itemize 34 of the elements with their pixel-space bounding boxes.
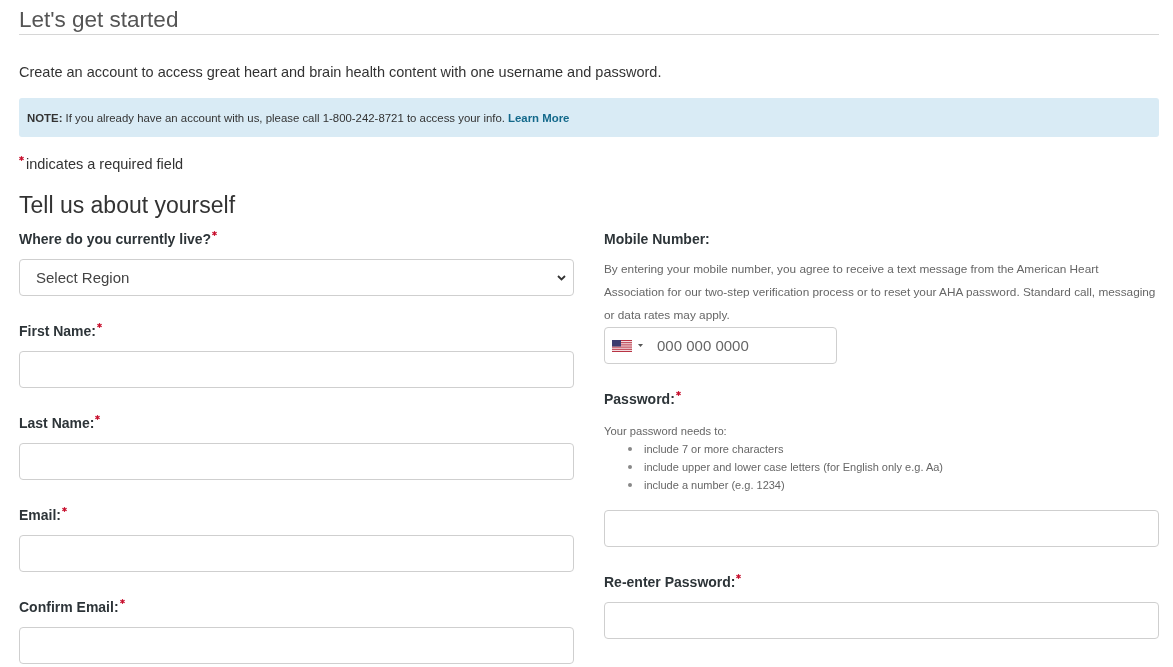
required-legend: indicates a required field [26,154,184,174]
requirement-text: include upper and lower case letters (for English only e.g. Aa) [644,460,943,475]
asterisk-icon [19,156,24,161]
text-field[interactable] [19,351,574,388]
help-text: Your password needs to: [604,424,727,439]
text-field[interactable] [19,627,574,664]
country-picker[interactable] [612,339,643,352]
text-field[interactable] [19,443,574,480]
requirement-text: include a number (e.g. 1234) [644,478,785,493]
field-label: Email: [19,506,61,525]
requirement-text: include 7 or more characters [644,442,784,457]
bullet-icon [628,447,632,451]
field-label: Re-enter Password: [604,573,736,592]
page-title: Let's get started [19,6,179,34]
field-label: First Name: [19,322,97,341]
region-select[interactable]: Select Region [19,259,574,296]
help-text: By entering your mobile number, you agree to receive a text message from the American Heart Association for our two-step verification process or to reset your AHA password. Standard call, messaging or data rates may apply. [604,261,1157,324]
learn-more-link[interactable]: Learn More [508,111,570,124]
chevron-down-icon [557,274,566,281]
field-label: Password: [604,390,675,409]
intro-text: Create an account to access great heart and brain health content with one username and password. [19,63,662,82]
bullet-icon [628,465,632,469]
bullet-icon [628,483,632,487]
section-title: Tell us about yourself [19,191,236,220]
password-field[interactable] [604,510,1159,547]
caret-icon [638,344,643,347]
field-label: Where do you currently live? [19,230,212,249]
phone-number-field[interactable]: 000 000 0000 [604,327,837,364]
text-field[interactable] [19,535,574,572]
field-label: Mobile Number: [604,230,710,249]
field-label: Last Name: [19,414,95,433]
password-field[interactable] [604,602,1159,639]
note-text: NOTE: If you already have an account with us, please call 1-800-242-8721 to access your info. Learn More [27,110,570,125]
field-label: Confirm Email: [19,598,119,617]
